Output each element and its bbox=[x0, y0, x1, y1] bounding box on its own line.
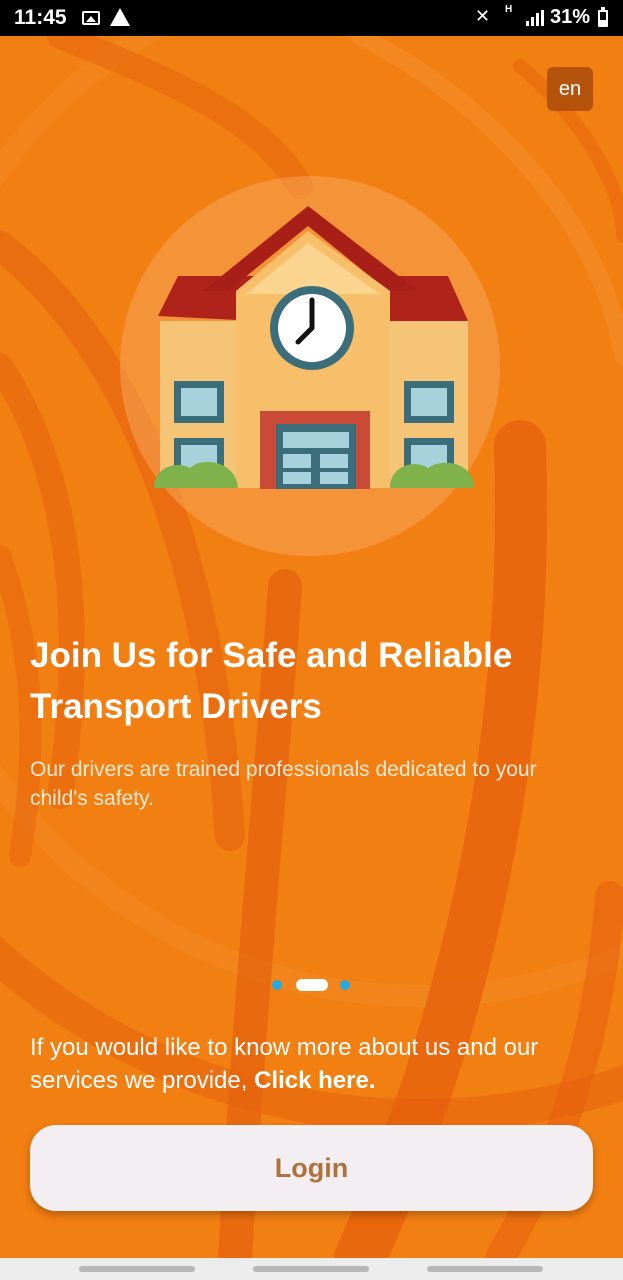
nav-back-handle[interactable] bbox=[79, 1266, 195, 1272]
phone-screen: 11:45 ✕ H 31% en Join Us for Safe and Re… bbox=[0, 0, 623, 1280]
nav-home-handle[interactable] bbox=[253, 1266, 369, 1272]
onboarding-subtitle: Our drivers are trained professionals de… bbox=[30, 758, 537, 810]
page-dot-active[interactable] bbox=[296, 979, 328, 991]
page-dot[interactable] bbox=[340, 980, 350, 990]
status-time: 11:45 bbox=[14, 6, 67, 29]
gallery-icon bbox=[82, 11, 100, 25]
status-bar: 11:45 ✕ H 31% bbox=[0, 0, 623, 36]
battery-percent: 31% bbox=[550, 6, 591, 28]
signal-icon bbox=[526, 10, 544, 26]
language-button[interactable]: en bbox=[547, 67, 593, 111]
page-dot[interactable] bbox=[272, 980, 282, 990]
nav-recents-handle[interactable] bbox=[427, 1266, 543, 1272]
onboarding-title: Join Us for Safe and Reliable Transport … bbox=[30, 636, 513, 726]
battery-icon bbox=[598, 7, 608, 27]
school-building-icon bbox=[120, 176, 500, 556]
onboarding-screen: en Join Us for Safe and Reliable Transpo… bbox=[0, 36, 623, 1258]
warning-icon bbox=[110, 8, 130, 26]
navigation-bar bbox=[0, 1258, 623, 1280]
mute-icon: ✕ bbox=[475, 6, 491, 27]
click-here-link[interactable]: Click here. bbox=[254, 1067, 375, 1094]
network-type: H bbox=[505, 4, 513, 15]
info-text: If you would like to know more about us … bbox=[30, 1031, 590, 1097]
login-button[interactable]: Login bbox=[30, 1125, 593, 1211]
